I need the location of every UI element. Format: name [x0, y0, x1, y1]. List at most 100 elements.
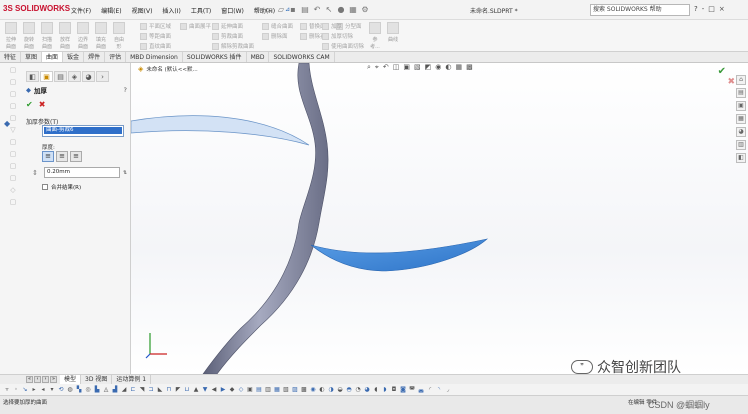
sketch-tool-35-icon[interactable]: ◉ — [310, 386, 316, 393]
sketch-tool-11-icon[interactable]: ▙ — [94, 386, 100, 393]
configuration-manager-tab-icon[interactable]: ▤ — [54, 71, 67, 82]
sketch-tool-32-icon[interactable]: ▧ — [283, 386, 289, 393]
sketch-tool-25-icon[interactable]: ▶ — [220, 386, 226, 393]
feature-manager-tab-icon[interactable]: ◧ — [26, 71, 39, 82]
curves-button[interactable]: 曲线 — [386, 22, 400, 50]
tab-features[interactable]: 特征 — [0, 52, 22, 62]
new-icon[interactable]: ▭ — [264, 5, 274, 15]
tab-sketch[interactable]: 草图 — [21, 52, 43, 62]
menu-view[interactable]: 视图(V) — [127, 6, 158, 15]
sketch-tool-6-icon[interactable]: ▾ — [49, 386, 55, 393]
offset-surface-button[interactable]: 等距曲面 — [140, 32, 171, 40]
strip-icon-1[interactable]: ▢ — [7, 65, 19, 75]
ruled-surface-button[interactable]: 直纹曲面 — [140, 42, 171, 50]
sketch-tool-21-icon[interactable]: ⊔ — [184, 386, 190, 393]
sketch-tool-18-icon[interactable]: ◣ — [157, 386, 163, 393]
file-explorer-icon[interactable]: ▣ — [736, 101, 746, 111]
solidworks-resources-icon[interactable]: ⌂ — [736, 75, 746, 85]
lofted-surface-button[interactable]: 放样曲面 — [58, 22, 72, 50]
strip-icon-11[interactable]: ◇ — [7, 185, 19, 195]
sketch-tool-20-icon[interactable]: ◤ — [175, 386, 181, 393]
sketch-tool-13-icon[interactable]: ▟ — [112, 386, 118, 393]
search-input[interactable]: 搜索 SOLIDWORKS 帮助 — [590, 4, 690, 16]
sketch-tool-16-icon[interactable]: ◥ — [139, 386, 145, 393]
tab-surfaces[interactable]: 曲面 — [42, 52, 64, 62]
more-tabs-icon[interactable]: › — [96, 71, 109, 82]
sketch-tool-40-icon[interactable]: ◔ — [355, 386, 361, 393]
sketch-tool-19-icon[interactable]: ⊓ — [166, 386, 172, 393]
design-library-icon[interactable]: ▤ — [736, 88, 746, 98]
revolved-surface-button[interactable]: 旋转曲面 — [22, 22, 36, 50]
minimize-button[interactable]: - — [702, 5, 705, 13]
undo-icon[interactable]: ↶ — [312, 5, 322, 15]
sketch-tool-22-icon[interactable]: ▲ — [193, 386, 199, 393]
tab-mbd-dimension[interactable]: MBD Dimension — [126, 52, 183, 62]
graphics-area[interactable]: ◈ 未命名 (默认<<默... ⌕ ⌖ ↶ ◫ ▣ ▧ ◩ ◉ ◐ ▦ ▩ ✔ … — [131, 63, 748, 374]
thicken-params-section[interactable]: 加厚参数(T) — [26, 117, 131, 126]
sketch-tool-38-icon[interactable]: ◒ — [337, 386, 343, 393]
options-icon[interactable]: ⚙ — [360, 5, 370, 15]
tab-solidworks-cam[interactable]: SOLIDWORKS CAM — [269, 52, 335, 62]
sketch-tool-43-icon[interactable]: ◗ — [382, 386, 388, 393]
sketch-tool-36-icon[interactable]: ◐ — [319, 386, 325, 393]
last-tab-icon[interactable]: » — [50, 376, 57, 383]
planar-surface-button[interactable]: 平面区域 — [140, 22, 171, 30]
tab-solidworks-addins[interactable]: SOLIDWORKS 插件 — [183, 52, 247, 62]
strip-icon-10[interactable]: ▢ — [7, 173, 19, 183]
strip-icon-3[interactable]: ▢ — [7, 89, 19, 99]
sketch-tool-42-icon[interactable]: ◖ — [373, 386, 379, 393]
strip-icon-4[interactable]: ▢ — [7, 101, 19, 111]
dimxpert-tab-icon[interactable]: ◈ — [68, 71, 81, 82]
sketch-tool-34-icon[interactable]: ▩ — [301, 386, 307, 393]
sketch-tool-48-icon[interactable]: ◜ — [427, 386, 433, 393]
menu-edit[interactable]: 编辑(E) — [96, 6, 126, 15]
boundary-surface-button[interactable]: 边界曲面 — [76, 22, 90, 50]
sketch-tool-23-icon[interactable]: ▼ — [202, 386, 208, 393]
sketch-tool-17-icon[interactable]: ⊐ — [148, 386, 154, 393]
sketch-tool-5-icon[interactable]: ◂ — [40, 386, 46, 393]
sketch-tool-24-icon[interactable]: ◀ — [211, 386, 217, 393]
untrim-surface-button[interactable]: 解除剪裁曲面 — [212, 42, 254, 50]
sketch-tool-4-icon[interactable]: ▸ — [31, 386, 37, 393]
strip-icon-7[interactable]: ▢ — [7, 137, 19, 147]
thickness-spinner-icon[interactable]: ⇅ — [123, 170, 127, 176]
merge-result-checkbox[interactable] — [42, 184, 48, 190]
sketch-tool-2-icon[interactable]: ◦ — [13, 386, 19, 393]
sketch-tool-44-icon[interactable]: ◘ — [391, 386, 397, 393]
sketch-tool-45-icon[interactable]: ◙ — [400, 386, 406, 393]
sketch-tool-3-icon[interactable]: ↘ — [22, 386, 28, 393]
maximize-button[interactable]: □ — [708, 5, 715, 13]
sketch-tool-10-icon[interactable]: ◎ — [85, 386, 91, 393]
sketch-tool-12-icon[interactable]: ◬ — [103, 386, 109, 393]
sketch-tool-46-icon[interactable]: ◚ — [409, 386, 415, 393]
solidworks-forum-icon[interactable]: ◧ — [736, 153, 746, 163]
thicken-button[interactable]: 加厚 — [322, 22, 364, 30]
sketch-tool-50-icon[interactable]: ◞ — [445, 386, 451, 393]
menu-window[interactable]: 窗口(W) — [216, 6, 249, 15]
sketch-tool-37-icon[interactable]: ◑ — [328, 386, 334, 393]
trim-surface-button[interactable]: 剪裁曲面 — [212, 32, 254, 40]
thickness-input[interactable]: 0.20mm — [44, 167, 120, 178]
sketch-tool-27-icon[interactable]: ◇ — [238, 386, 244, 393]
print-icon[interactable]: ▤ — [300, 5, 310, 15]
reference-geometry-button[interactable]: 参考... — [368, 22, 382, 50]
display-manager-tab-icon[interactable]: ◕ — [82, 71, 95, 82]
sketch-tool-14-icon[interactable]: ◢ — [121, 386, 127, 393]
strip-icon-12[interactable]: ▢ — [7, 197, 19, 207]
sketch-tool-47-icon[interactable]: ◛ — [418, 386, 424, 393]
sketch-tool-1-icon[interactable]: ▿ — [4, 386, 10, 393]
sketch-tool-28-icon[interactable]: ▣ — [247, 386, 253, 393]
sketch-tool-15-icon[interactable]: ⊏ — [130, 386, 136, 393]
tab-mbd[interactable]: MBD — [247, 52, 270, 62]
solidworks-logo[interactable]: 3S SOLIDWORKS — [3, 4, 70, 13]
sketch-tool-41-icon[interactable]: ◕ — [364, 386, 370, 393]
help-icon[interactable]: ? — [124, 86, 127, 94]
sketch-tool-7-icon[interactable]: ⟲ — [58, 386, 64, 393]
extruded-surface-button[interactable]: 拉伸曲面 — [4, 22, 18, 50]
menu-tools[interactable]: 工具(T) — [186, 6, 216, 15]
thickened-cut-button[interactable]: 加厚切除 — [322, 32, 364, 40]
sketch-tool-31-icon[interactable]: ▦ — [274, 386, 280, 393]
sketch-tool-9-icon[interactable]: ▚ — [76, 386, 82, 393]
sketch-tool-30-icon[interactable]: ▥ — [265, 386, 271, 393]
sketch-tool-8-icon[interactable]: ◍ — [67, 386, 73, 393]
